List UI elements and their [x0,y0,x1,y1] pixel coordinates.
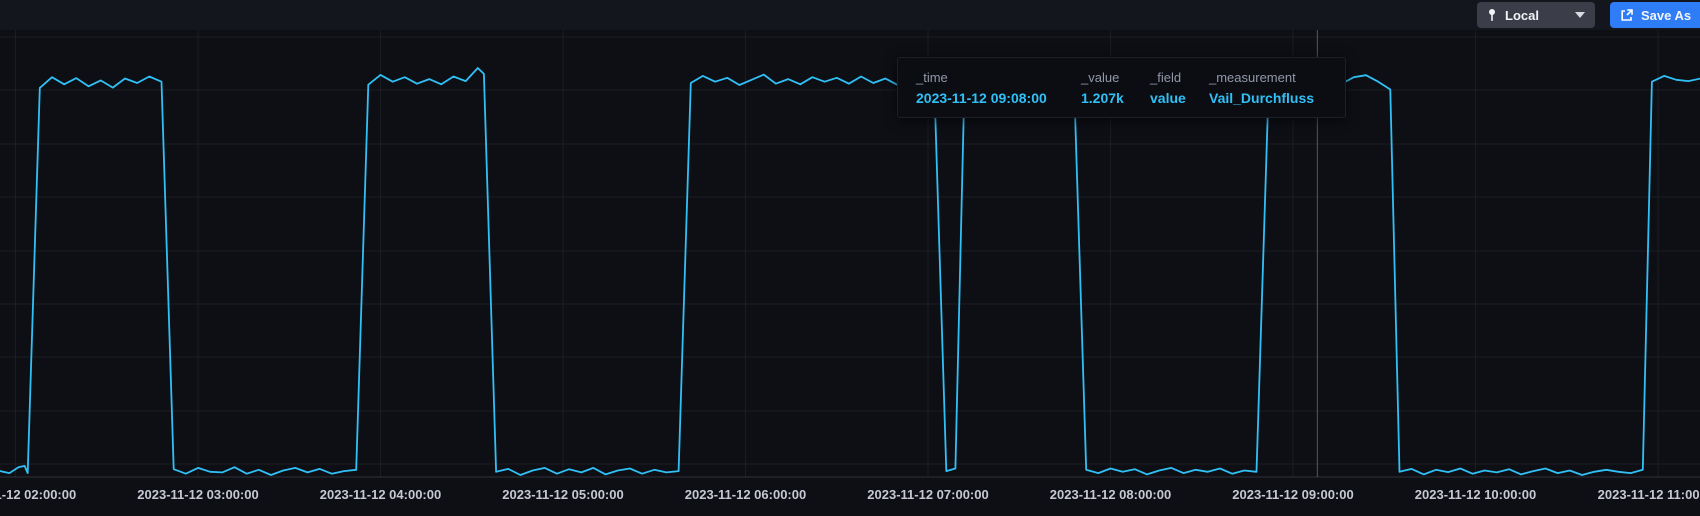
save-as-button[interactable]: Save As [1610,2,1700,28]
tooltip-value-value: 1.207k [1081,90,1124,106]
tooltip-column-measurement: _measurement Vail_Durchfluss [1209,70,1327,106]
tooltip-header-value: _value [1081,70,1120,85]
tooltip-header-measurement: _measurement [1209,70,1296,85]
tooltip-header-time: _time [916,70,948,85]
x-axis: 2023-11-12 02:00:00 2023-11-12 03:00:00 20… [0,483,1700,509]
tooltip-header-field: _field [1150,70,1182,85]
tooltip-value-field: value [1150,90,1186,106]
export-icon [1621,9,1633,21]
hover-tooltip: _time 2023-11-12 09:08:00 _value 1.207k _fie… [897,57,1346,118]
x-axis-tick-label: 2023-11-12 09:00:00 [1232,487,1354,502]
x-axis-tick-label: 2023-11-12 05:00:00 [502,487,624,502]
tooltip-table: _time 2023-11-12 09:08:00 _value 1.207k _fie… [916,70,1327,106]
tooltip-value-measurement: Vail_Durchfluss [1209,90,1315,106]
pin-icon [1489,9,1495,21]
x-axis-tick-label: 2023-11-12 06:00:00 [684,487,807,502]
header-bar: Local Save As [0,0,1700,30]
x-axis-tick-label: 2023-11-12 04:00:00 [319,487,442,502]
x-axis-tick-label: 2023-11-12 02:00:00 [0,487,77,502]
tooltip-value-time: 2023-11-12 09:08:00 [916,90,1047,106]
x-axis-tick-label: 2023-11-12 10:00:00 [1414,487,1537,502]
chart-canvas[interactable] [0,30,1700,509]
save-as-label: Save As [1641,7,1692,23]
chevron-down-icon [1575,12,1585,18]
tooltip-column-time: _time 2023-11-12 09:08:00 [916,70,1068,106]
timezone-dropdown[interactable]: Local [1477,2,1595,28]
series-line-vail-durchfluss [0,67,1700,476]
x-axis-tick-label: 2023-11-12 07:00:00 [867,487,989,502]
tooltip-column-field: _fieldvalue [1150,70,1196,106]
timezone-label: Local [1505,7,1539,23]
x-axis-tick-label: 2023-11-12 08:00:00 [1049,487,1172,502]
time-series-chart[interactable]: 2023-11-12 02:00:00 2023-11-12 03:00:00 20… [0,30,1700,516]
tooltip-column-value: _value 1.207k [1081,70,1137,106]
x-axis-tick-label: 2023-11-12 03:00:00 [137,487,259,502]
x-axis-tick-label: 2023-11-12 11:00:00 [1597,487,1700,502]
